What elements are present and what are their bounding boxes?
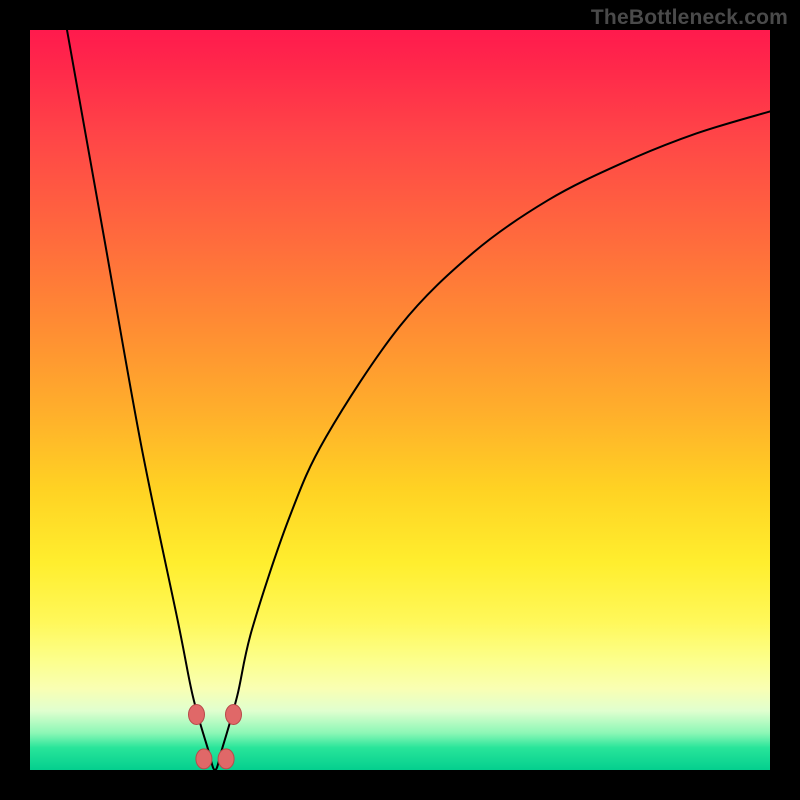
curve-marker: [196, 749, 212, 769]
watermark-text: TheBottleneck.com: [591, 6, 788, 30]
curve-svg: [30, 30, 770, 770]
curve-markers: [189, 705, 242, 769]
bottleneck-curve: [67, 30, 770, 770]
curve-marker: [226, 705, 242, 725]
plot-area: [30, 30, 770, 770]
curve-marker: [189, 705, 205, 725]
curve-marker: [218, 749, 234, 769]
chart-frame: TheBottleneck.com: [0, 0, 800, 800]
